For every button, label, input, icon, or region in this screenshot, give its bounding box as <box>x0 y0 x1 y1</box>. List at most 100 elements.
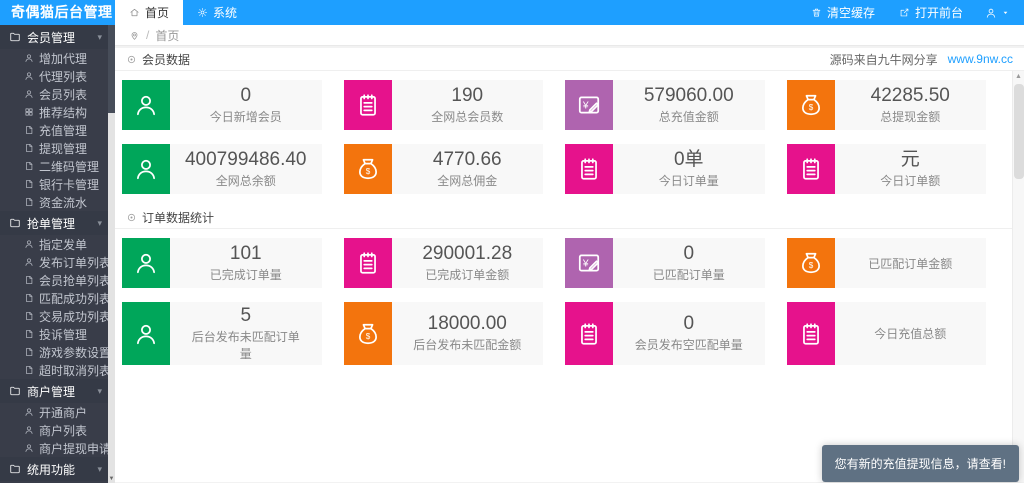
sidebar-item[interactable]: 代理列表 <box>0 67 108 85</box>
breadcrumb-separator: / <box>146 28 149 42</box>
sidebar-item[interactable]: 推荐结构 <box>0 103 108 121</box>
section-label: 会员管理 <box>27 29 75 46</box>
gear-icon <box>197 7 208 18</box>
main-scrollbar[interactable]: ▲ <box>1012 71 1024 482</box>
sidebar-section-merchant-management[interactable]: 商户管理▾ <box>0 379 108 403</box>
clipboard-icon <box>798 156 824 182</box>
file-icon <box>24 347 34 357</box>
stat-card-body: 4770.66全网总佣金 <box>392 144 544 194</box>
stat-card-body: 5后台发布未匹配订单量 <box>170 302 322 365</box>
stat-card-body: 0已匹配订单量 <box>613 238 765 288</box>
stat-card: 290001.28已完成订单金额 <box>344 238 544 288</box>
recharge-icon: ¥ <box>576 250 602 276</box>
stat-label: 后台发布未匹配订单量 <box>188 329 304 363</box>
sidebar-item[interactable]: 超时取消列表 <box>0 361 108 379</box>
source-link[interactable]: www.9nw.cc <box>948 52 1013 66</box>
folder-icon <box>9 463 21 475</box>
file-icon <box>24 293 34 303</box>
sidebar-item[interactable]: 匹配成功列表 <box>0 289 108 307</box>
sidebar-item[interactable]: 提现管理 <box>0 139 108 157</box>
sidebar-item[interactable]: 充值管理 <box>0 121 108 139</box>
sidebar-item-label: 充值管理 <box>39 122 87 139</box>
breadcrumb: / 首页 <box>115 25 1024 46</box>
sidebar-section-common-functions[interactable]: 统用功能▾ <box>0 457 108 481</box>
user-icon <box>24 89 34 99</box>
sidebar-scrollbar-thumb[interactable] <box>108 25 115 113</box>
file-icon <box>24 365 34 375</box>
moneybag-icon: $ <box>355 321 381 347</box>
clipboard-icon <box>576 321 602 347</box>
stat-label: 总充值金额 <box>659 109 719 126</box>
stat-label: 会员发布空匹配单量 <box>635 337 743 354</box>
user-icon <box>24 239 34 249</box>
stat-card-body: 今日充值总额 <box>835 302 987 365</box>
svg-text:$: $ <box>808 261 813 270</box>
stat-cards-grid: 0今日新增会员190全网总会员数¥579060.00总充值金额$42285.50… <box>115 71 1024 206</box>
breadcrumb-pin-slot <box>129 28 140 42</box>
sidebar-item[interactable]: 游戏参数设置 <box>0 343 108 361</box>
sidebar-item[interactable]: 会员列表 <box>0 85 108 103</box>
tab-system[interactable]: 系统 <box>183 0 251 25</box>
sidebar-item[interactable]: 商户提现申请 <box>0 439 108 457</box>
sidebar: 会员管理 ▾ 增加代理代理列表会员列表推荐结构充值管理提现管理二维码管理银行卡管理资… <box>0 25 115 483</box>
scroll-up-arrow[interactable]: ▲ <box>1013 71 1024 83</box>
sidebar-section-member-management[interactable]: 会员管理 ▾ <box>0 25 108 49</box>
user-menu-button[interactable] <box>975 0 1024 25</box>
sidebar-scroll-down-arrow[interactable]: ▼ <box>108 475 115 483</box>
stat-card-body: 579060.00总充值金额 <box>613 80 765 130</box>
stat-card-body: 已匹配订单金额 <box>835 238 987 288</box>
sidebar-section-grab-order-management[interactable]: 抢单管理▾ <box>0 211 108 235</box>
stat-card: $ 已匹配订单金额 <box>787 238 987 288</box>
sidebar-item[interactable]: 投诉管理 <box>0 325 108 343</box>
sidebar-scrollbar[interactable]: ▼ <box>108 25 115 483</box>
pin-icon <box>129 30 140 41</box>
stat-card: 今日充值总额 <box>787 302 987 365</box>
sidebar-item[interactable]: 会员抢单列表 <box>0 271 108 289</box>
panel-title: 订单数据统计 <box>142 209 214 226</box>
sidebar-item-label: 匹配成功列表 <box>39 290 111 307</box>
stat-label: 今日新增会员 <box>210 109 282 126</box>
sidebar-item[interactable]: 交易成功列表 <box>0 307 108 325</box>
stat-value: 0 <box>683 243 694 265</box>
stat-card: $18000.00后台发布未匹配金额 <box>344 302 544 365</box>
clipboard-icon-block <box>344 80 392 130</box>
user-icon <box>133 250 159 276</box>
clipboard-icon-block <box>787 302 835 365</box>
user-icon-block <box>122 80 170 130</box>
sidebar-item[interactable]: 指定发单 <box>0 235 108 253</box>
sidebar-item-label: 投诉管理 <box>39 326 87 343</box>
svg-text:$: $ <box>365 332 370 341</box>
file-icon <box>24 275 34 285</box>
panel-header-order-data-stats: 订单数据统计 <box>115 206 1024 229</box>
breadcrumb-current: 首页 <box>155 27 179 44</box>
user-icon <box>24 257 34 267</box>
sidebar-item[interactable]: 发布订单列表 <box>0 253 108 271</box>
stat-label: 已完成订单量 <box>210 267 282 284</box>
recharge-icon: ¥ <box>576 92 602 118</box>
panel-title: 会员数据 <box>142 51 190 68</box>
moneybag-icon-block: $ <box>344 302 392 365</box>
sidebar-item[interactable]: 商户列表 <box>0 421 108 439</box>
clipboard-icon <box>355 92 381 118</box>
file-icon <box>24 179 34 189</box>
clear-cache-button[interactable]: 清空缓存 <box>799 0 887 25</box>
stat-value: 0 <box>240 85 251 107</box>
tab-home[interactable]: 首页 <box>115 0 183 25</box>
home-icon <box>129 7 140 18</box>
user-icon <box>133 156 159 182</box>
user-icon <box>24 407 34 417</box>
sidebar-item[interactable]: 资金流水 <box>0 193 108 211</box>
chevron-down-icon: ▾ <box>97 32 102 43</box>
stat-value: 101 <box>230 243 262 265</box>
sidebar-item[interactable]: 二维码管理 <box>0 157 108 175</box>
stat-value: 元 <box>901 149 920 171</box>
main-scrollbar-thumb[interactable] <box>1014 84 1024 179</box>
open-frontend-button[interactable]: 打开前台 <box>887 0 975 25</box>
notification-toast[interactable]: 您有新的充值提现信息，请查看! <box>822 445 1019 482</box>
sidebar-item-label: 提现管理 <box>39 140 87 157</box>
sidebar-item[interactable]: 增加代理 <box>0 49 108 67</box>
target-icon <box>126 212 137 223</box>
stat-card: 0 今日新增会员 <box>122 80 322 130</box>
sidebar-item[interactable]: 开通商户 <box>0 403 108 421</box>
sidebar-item[interactable]: 银行卡管理 <box>0 175 108 193</box>
